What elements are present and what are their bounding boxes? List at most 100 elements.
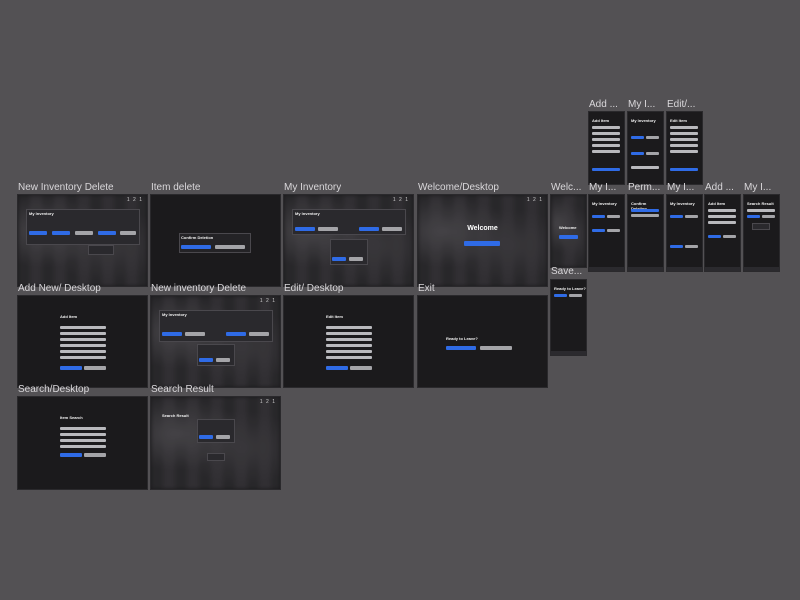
gray-button[interactable]: [349, 257, 363, 261]
confirm-button[interactable]: [631, 209, 659, 212]
search-field[interactable]: [60, 445, 106, 448]
gray-button[interactable]: [685, 245, 698, 248]
search-field[interactable]: [60, 433, 106, 436]
search-field[interactable]: [60, 439, 106, 442]
blue-button[interactable]: [52, 231, 70, 235]
blue-button[interactable]: [554, 294, 567, 297]
cancel-button[interactable]: [631, 214, 659, 217]
form-field[interactable]: [747, 209, 775, 212]
blue-button[interactable]: [295, 227, 315, 231]
gray-button[interactable]: [185, 332, 205, 336]
form-field[interactable]: [60, 338, 106, 341]
blue-button[interactable]: [631, 136, 644, 139]
frame-edit-mobile[interactable]: Edit Item: [667, 112, 702, 184]
gray-button[interactable]: [75, 231, 93, 235]
frame-welcome-mobile[interactable]: Welcome: [551, 195, 586, 267]
blue-button[interactable]: [670, 245, 683, 248]
form-field[interactable]: [326, 344, 372, 347]
form-field[interactable]: [670, 126, 698, 129]
form-field[interactable]: [326, 338, 372, 341]
form-field[interactable]: [670, 150, 698, 153]
search-field[interactable]: [60, 427, 106, 430]
save-button[interactable]: [670, 168, 698, 171]
blue-button[interactable]: [226, 332, 246, 336]
cancel-button[interactable]: [215, 245, 245, 249]
frame-perm-mobile[interactable]: Confirm Deletion: [628, 195, 663, 271]
form-field[interactable]: [60, 326, 106, 329]
gray-button[interactable]: [607, 229, 620, 232]
form-field[interactable]: [708, 209, 736, 212]
gray-button[interactable]: [216, 358, 230, 362]
blue-button[interactable]: [162, 332, 182, 336]
form-field[interactable]: [670, 144, 698, 147]
blue-button[interactable]: [592, 229, 605, 232]
frame-new-inventory-delete-2[interactable]: 1 2 1 My Inventory: [151, 296, 280, 387]
frame-add-mobile[interactable]: Add Item: [589, 112, 624, 184]
blue-button[interactable]: [332, 257, 346, 261]
frame-my-inventory-mobile-3[interactable]: My Inventory: [667, 195, 702, 271]
form-field[interactable]: [326, 350, 372, 353]
frame-my-inventory[interactable]: 1 2 1 My Inventory: [284, 195, 413, 286]
frame-save-mobile[interactable]: Ready to Leave?: [551, 280, 586, 355]
cancel-button[interactable]: [84, 453, 106, 457]
gray-button[interactable]: [762, 215, 775, 218]
gray-button[interactable]: [120, 231, 136, 235]
form-field[interactable]: [670, 138, 698, 141]
gray-button[interactable]: [685, 215, 698, 218]
cancel-button[interactable]: [84, 366, 106, 370]
frame-edit-desktop[interactable]: Edit Item: [284, 296, 413, 387]
gray-button[interactable]: [216, 435, 230, 439]
exit-cancel-button[interactable]: [480, 346, 512, 350]
gray-button[interactable]: [249, 332, 269, 336]
blue-button[interactable]: [29, 231, 47, 235]
form-field[interactable]: [326, 332, 372, 335]
exit-confirm-button[interactable]: [446, 346, 476, 350]
save-button[interactable]: [592, 168, 620, 171]
form-field[interactable]: [670, 132, 698, 135]
form-field[interactable]: [60, 356, 106, 359]
gray-button[interactable]: [569, 294, 582, 297]
frame-add-mobile-2[interactable]: Add Item: [705, 195, 740, 271]
gray-button[interactable]: [723, 235, 736, 238]
form-field[interactable]: [60, 350, 106, 353]
form-field[interactable]: [708, 215, 736, 218]
frame-item-delete[interactable]: Confirm Deletion: [151, 195, 280, 286]
frame-add-new-desktop[interactable]: Add Item: [18, 296, 147, 387]
save-button[interactable]: [60, 366, 82, 370]
gray-button[interactable]: [382, 227, 402, 231]
form-field[interactable]: [631, 166, 659, 169]
form-field[interactable]: [60, 344, 106, 347]
blue-button[interactable]: [747, 215, 760, 218]
get-started-button[interactable]: [464, 241, 500, 246]
frame-new-inventory-delete[interactable]: 1 2 1 My Inventory: [18, 195, 147, 286]
form-field[interactable]: [326, 356, 372, 359]
frame-search-result[interactable]: 1 2 1 Search Result: [151, 397, 280, 489]
gray-button[interactable]: [318, 227, 338, 231]
frame-welcome-desktop[interactable]: 1 2 1 Welcome: [418, 195, 547, 286]
blue-button[interactable]: [592, 215, 605, 218]
frame-my-inventory-mobile-4[interactable]: Search Result: [744, 195, 779, 271]
form-field[interactable]: [592, 138, 620, 141]
confirm-button[interactable]: [181, 245, 211, 249]
blue-button[interactable]: [708, 235, 721, 238]
gray-button[interactable]: [607, 215, 620, 218]
frame-my-inventory-mobile-2[interactable]: My Inventory: [589, 195, 624, 271]
form-field[interactable]: [60, 332, 106, 335]
gray-button[interactable]: [646, 152, 659, 155]
cancel-button[interactable]: [350, 366, 372, 370]
save-button[interactable]: [326, 366, 348, 370]
frame-search-desktop[interactable]: Item Search: [18, 397, 147, 489]
form-field[interactable]: [708, 221, 736, 224]
search-button[interactable]: [60, 453, 82, 457]
form-field[interactable]: [592, 132, 620, 135]
blue-button[interactable]: [199, 358, 213, 362]
blue-button[interactable]: [199, 435, 213, 439]
form-field[interactable]: [326, 326, 372, 329]
blue-button[interactable]: [631, 152, 644, 155]
gray-button[interactable]: [646, 136, 659, 139]
frame-exit[interactable]: Ready to Leave?: [418, 296, 547, 387]
frame-my-inventory-mobile[interactable]: My Inventory: [628, 112, 663, 184]
blue-button[interactable]: [98, 231, 116, 235]
blue-button[interactable]: [670, 215, 683, 218]
blue-button[interactable]: [359, 227, 379, 231]
